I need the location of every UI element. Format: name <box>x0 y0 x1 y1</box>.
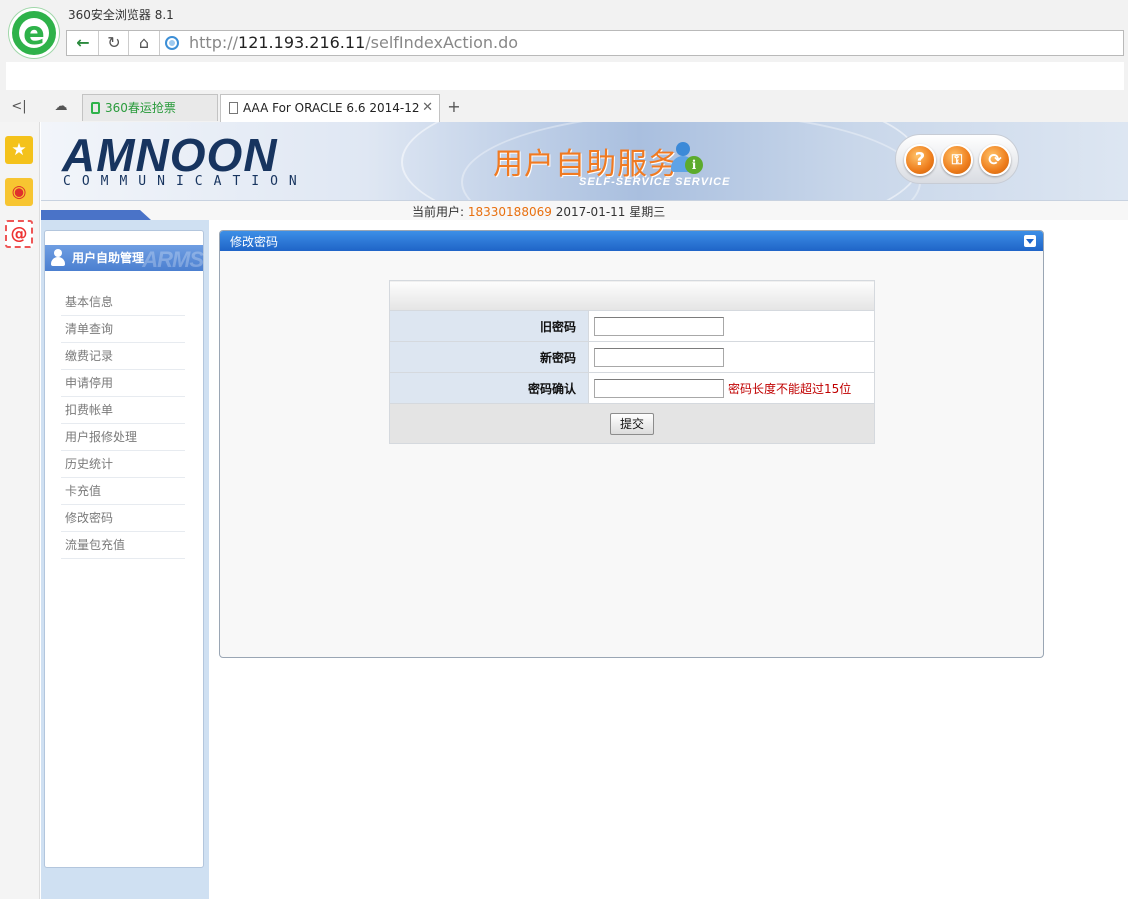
refresh-icon[interactable]: ↻ <box>100 31 128 55</box>
menu-item-card-recharge[interactable]: 卡充值 <box>61 478 185 505</box>
address-bar[interactable]: ← ↻ ⌂ http://121.193.216.11/selfIndexAct… <box>66 30 1124 56</box>
left-menu: ARMS 用户自助管理 基本信息 清单查询 缴费记录 申请停用 扣费帐单 用户报… <box>44 230 204 868</box>
change-password-panel: 修改密码 旧密码 新密码 密码确认 密码长度不能超过15位 提交 <box>219 230 1044 658</box>
current-user-bar: 当前用户: 18330188069 2017-01-11 星期三 <box>41 201 1128 220</box>
panel-title: 修改密码 <box>230 235 279 249</box>
web-page: AMNOON COMMUNICATION 用户自助服务 SELF-SERVICE… <box>41 122 1128 899</box>
menu-title: 用户自助管理 <box>72 251 145 265</box>
phone-icon <box>91 102 100 114</box>
tab-aaa-oracle[interactable]: AAA For ORACLE 6.6 2014-12 ✕ <box>220 94 440 122</box>
key-icon[interactable]: ⚿ <box>941 144 973 176</box>
old-password-label: 旧密码 <box>389 310 589 342</box>
current-user-label: 当前用户: <box>412 205 465 219</box>
current-weekday: 星期三 <box>629 205 666 219</box>
header-action-panel: ? ⚿ ⟳ <box>895 134 1019 184</box>
new-tab-plus-icon[interactable]: + <box>444 96 464 118</box>
old-password-input[interactable] <box>594 316 724 336</box>
tab-label: 360春运抢票 <box>105 101 176 115</box>
menu-item-change-password[interactable]: 修改密码 <box>61 505 185 532</box>
menu-list: 基本信息 清单查询 缴费记录 申请停用 扣费帐单 用户报修处理 历史统计 卡充值… <box>61 289 185 559</box>
new-password-label: 新密码 <box>389 341 589 373</box>
bookmark-bar <box>6 62 1124 90</box>
page-icon <box>229 102 238 114</box>
favorites-star-icon[interactable]: ★ <box>5 136 33 164</box>
menu-item-history-stats[interactable]: 历史统计 <box>61 451 185 478</box>
tab-spring-tickets[interactable]: 360春运抢票 <box>82 94 218 121</box>
browser-logo-icon: e <box>9 8 59 58</box>
cloud-icon[interactable]: ☁ <box>50 96 72 118</box>
submit-button[interactable]: 提交 <box>609 412 654 435</box>
brand-subtitle: COMMUNICATION <box>63 174 308 189</box>
menu-item-data-package[interactable]: 流量包充值 <box>61 532 185 559</box>
panel-header: 修改密码 <box>220 231 1043 251</box>
service-subtitle: SELF-SERVICE SERVICE <box>579 176 731 188</box>
menu-item-suspend-request[interactable]: 申请停用 <box>61 370 185 397</box>
new-password-input[interactable] <box>594 347 724 367</box>
url-text[interactable]: http://121.193.216.11/selfIndexAction.do <box>189 32 518 54</box>
window-title: 360安全浏览器 8.1 <box>68 8 174 22</box>
current-date: 2017-01-11 <box>555 205 626 219</box>
menu-item-deduction-bill[interactable]: 扣费帐单 <box>61 397 185 424</box>
logout-icon[interactable]: ⟳ <box>979 144 1011 176</box>
menu-item-basic-info[interactable]: 基本信息 <box>61 289 185 316</box>
url-scheme: http:// <box>189 33 239 52</box>
left-menu-column: ARMS 用户自助管理 基本信息 清单查询 缴费记录 申请停用 扣费帐单 用户报… <box>41 210 209 899</box>
user-info-icon: i <box>671 142 703 176</box>
site-banner: AMNOON COMMUNICATION 用户自助服务 SELF-SERVICE… <box>41 122 1128 201</box>
menu-header: ARMS 用户自助管理 <box>45 245 204 272</box>
password-form: 旧密码 新密码 密码确认 密码长度不能超过15位 提交 <box>389 280 875 444</box>
form-header-row <box>389 280 875 311</box>
site-security-icon[interactable] <box>165 36 179 50</box>
confirm-password-input[interactable] <box>594 378 724 398</box>
browser-side-dock: ★ ◉ @ <box>0 122 40 899</box>
help-icon[interactable]: ? <box>904 144 936 176</box>
menu-item-bill-query[interactable]: 清单查询 <box>61 316 185 343</box>
url-path: /selfIndexAction.do <box>365 33 519 52</box>
collapse-chevron-icon[interactable] <box>1024 235 1036 247</box>
confirm-password-label: 密码确认 <box>389 372 589 404</box>
collapse-sidebar-icon[interactable]: <| <box>8 96 30 118</box>
brand-logo: AMNOON <box>62 129 278 181</box>
user-icon <box>51 249 65 267</box>
close-icon[interactable]: ✕ <box>422 95 433 121</box>
menu-header-watermark: ARMS <box>142 247 204 272</box>
tab-label: AAA For ORACLE 6.6 2014-12 <box>243 101 420 115</box>
password-length-hint: 密码长度不能超过15位 <box>728 381 852 396</box>
home-icon[interactable]: ⌂ <box>130 31 158 55</box>
menu-item-repair-request[interactable]: 用户报修处理 <box>61 424 185 451</box>
url-host: 121.193.216.11 <box>238 33 366 52</box>
current-user-id: 18330188069 <box>467 205 552 219</box>
tab-bar: <| ☁ 360春运抢票 AAA For ORACLE 6.6 2014-12 … <box>0 94 1128 122</box>
mail-at-icon[interactable]: @ <box>5 220 33 248</box>
browser-chrome: e 360安全浏览器 8.1 ← ↻ ⌂ http://121.193.216.… <box>0 0 1128 122</box>
back-arrow-icon[interactable]: ← <box>69 31 97 55</box>
menu-item-payment-records[interactable]: 缴费记录 <box>61 343 185 370</box>
weibo-icon[interactable]: ◉ <box>5 178 33 206</box>
